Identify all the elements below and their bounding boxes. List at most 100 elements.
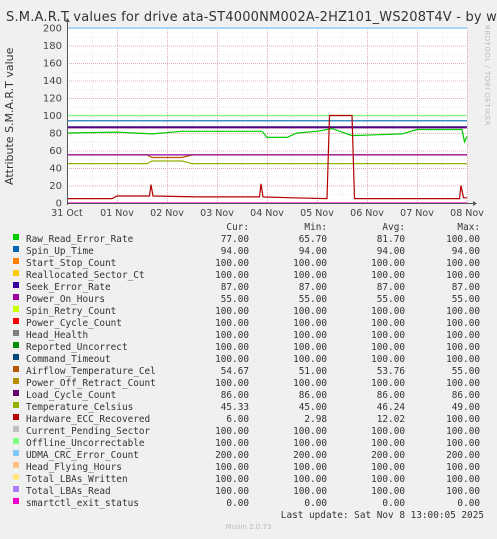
legend-min: 100.00	[293, 378, 327, 389]
legend-name: Head_Health	[26, 330, 89, 341]
legend-avg: 100.00	[371, 426, 405, 437]
x-tick-label: 08 Nov	[450, 208, 484, 219]
legend-row: Reallocated_Sector_Ct 100.00 100.00 100.00 1…	[10, 270, 490, 282]
legend-cur: 100.00	[215, 462, 249, 473]
legend-name: Temperature_Celsius	[26, 402, 134, 413]
y-tick-label: 60	[49, 146, 62, 157]
legend-min: 0.00	[304, 498, 327, 509]
legend-row: Power_Off_Retract_Count 100.00 100.00 100.0…	[10, 378, 490, 390]
x-tick-label: 01 Nov	[100, 208, 134, 219]
legend-avg: 87.00	[376, 282, 405, 293]
legend-cur: 100.00	[215, 474, 249, 485]
legend-name: Spin_Up_Time	[26, 246, 94, 257]
legend-row: Seek_Error_Rate 87.00 87.00 87.00 87.00	[10, 282, 490, 294]
legend-swatch	[13, 318, 19, 324]
legend-max: 55.00	[451, 294, 480, 305]
legend-cur: 100.00	[215, 486, 249, 497]
legend-table: Cur: Min: Avg: Max: Raw_Read_Error_Rate 7…	[10, 222, 490, 510]
legend-avg: 100.00	[371, 486, 405, 497]
legend-min: 100.00	[293, 306, 327, 317]
legend-row: Start_Stop_Count 100.00 100.00 100.00 100.00	[10, 258, 490, 270]
legend-name: Raw_Read_Error_Rate	[26, 234, 134, 245]
legend-cur: 100.00	[215, 270, 249, 281]
legend-avg: 100.00	[371, 318, 405, 329]
legend-name: Offline_Uncorrectable	[26, 438, 145, 449]
legend-swatch	[13, 234, 19, 240]
legend-avg: 94.00	[376, 246, 405, 257]
legend-max: 100.00	[446, 258, 480, 269]
legend-cur: 55.00	[220, 294, 249, 305]
legend-row: smartctl_exit_status 0.00 0.00 0.00 0.00	[10, 498, 490, 510]
legend-max: 100.00	[446, 378, 480, 389]
legend-min: 2.98	[304, 414, 327, 425]
legend-max: 0.00	[457, 498, 480, 509]
legend-cur: 100.00	[215, 438, 249, 449]
legend-name: Seek_Error_Rate	[26, 282, 111, 293]
y-tick-label: 200	[43, 24, 62, 35]
legend-avg: 100.00	[371, 270, 405, 281]
legend-swatch	[13, 402, 19, 408]
legend-cur: 6.00	[226, 414, 249, 425]
legend-swatch	[13, 462, 19, 468]
legend-swatch	[13, 342, 19, 348]
legend-min: 65.70	[298, 234, 327, 245]
legend-row: Head_Flying_Hours 100.00 100.00 100.00 100.0…	[10, 462, 490, 474]
legend-row: Head_Health 100.00 100.00 100.00 100.00	[10, 330, 490, 342]
legend-min: 100.00	[293, 342, 327, 353]
legend-swatch	[13, 330, 19, 336]
legend-row: Power_Cycle_Count 100.00 100.00 100.00 100.0…	[10, 318, 490, 330]
legend-name: Spin_Retry_Count	[26, 306, 117, 317]
legend-max: 87.00	[451, 282, 480, 293]
legend-avg: 0.00	[382, 498, 405, 509]
legend-name: Reported_Uncorrect	[26, 342, 128, 353]
legend-row: Command_Timeout 100.00 100.00 100.00 100.00	[10, 354, 490, 366]
chart-plot: 02040608010012014016018020031 Oct 01 Nov 0…	[43, 18, 484, 219]
y-tick-label: 140	[43, 76, 62, 87]
legend-avg: 200.00	[371, 450, 405, 461]
legend-cur: 0.00	[226, 498, 249, 509]
legend-swatch	[13, 246, 19, 252]
legend-row: Temperature_Celsius 45.33 45.00 46.24 49.00	[10, 402, 490, 414]
legend-row: Total_LBAs_Read 100.00 100.00 100.00 100.00	[10, 486, 490, 498]
x-tick-label: 03 Nov	[200, 208, 234, 219]
legend-avg: 100.00	[371, 330, 405, 341]
legend-swatch	[13, 474, 19, 480]
y-tick-label: 20	[49, 181, 62, 192]
legend-name: Power_Cycle_Count	[26, 318, 122, 329]
x-tick-label: 06 Nov	[350, 208, 384, 219]
legend-header: Cur: Min: Avg: Max:	[10, 222, 490, 234]
legend-swatch	[13, 282, 19, 288]
legend-swatch	[13, 258, 19, 264]
legend-cur: 100.00	[215, 258, 249, 269]
legend-name: Power_Off_Retract_Count	[26, 378, 156, 389]
x-tick-label: 02 Nov	[150, 208, 184, 219]
legend-swatch	[13, 270, 19, 276]
legend-min: 86.00	[298, 390, 327, 401]
legend-max: 55.00	[451, 366, 480, 377]
legend-cur: 100.00	[215, 378, 249, 389]
legend-cur: 87.00	[220, 282, 249, 293]
legend-max: 100.00	[446, 438, 480, 449]
x-tick-label: 31 Oct	[51, 208, 83, 219]
x-tick-label: 05 Nov	[300, 208, 334, 219]
legend-row: Offline_Uncorrectable 100.00 100.00 100.00 1…	[10, 438, 490, 450]
munin-version: Munin 2.0.73	[225, 523, 272, 531]
legend-max: 200.00	[446, 450, 480, 461]
legend-avg: 53.76	[376, 366, 405, 377]
legend-name: Power_On_Hours	[26, 294, 106, 305]
legend-avg: 12.02	[376, 414, 405, 425]
legend-cur: 54.67	[220, 366, 249, 377]
legend-swatch	[13, 438, 19, 444]
legend-row: Spin_Retry_Count 100.00 100.00 100.00 100.00	[10, 306, 490, 318]
legend-max: 100.00	[446, 426, 480, 437]
legend-min: 100.00	[293, 438, 327, 449]
legend-row: UDMA_CRC_Error_Count 200.00 200.00 200.00 20…	[10, 450, 490, 462]
legend-avg: 55.00	[376, 294, 405, 305]
legend-swatch	[13, 414, 19, 420]
legend-min: 55.00	[298, 294, 327, 305]
legend-max: 100.00	[446, 270, 480, 281]
header-min: Min:	[304, 222, 327, 233]
legend-min: 100.00	[293, 330, 327, 341]
legend-avg: 86.00	[376, 390, 405, 401]
last-update: Last update: Sat Nov 8 13:00:05 2025	[280, 510, 484, 521]
